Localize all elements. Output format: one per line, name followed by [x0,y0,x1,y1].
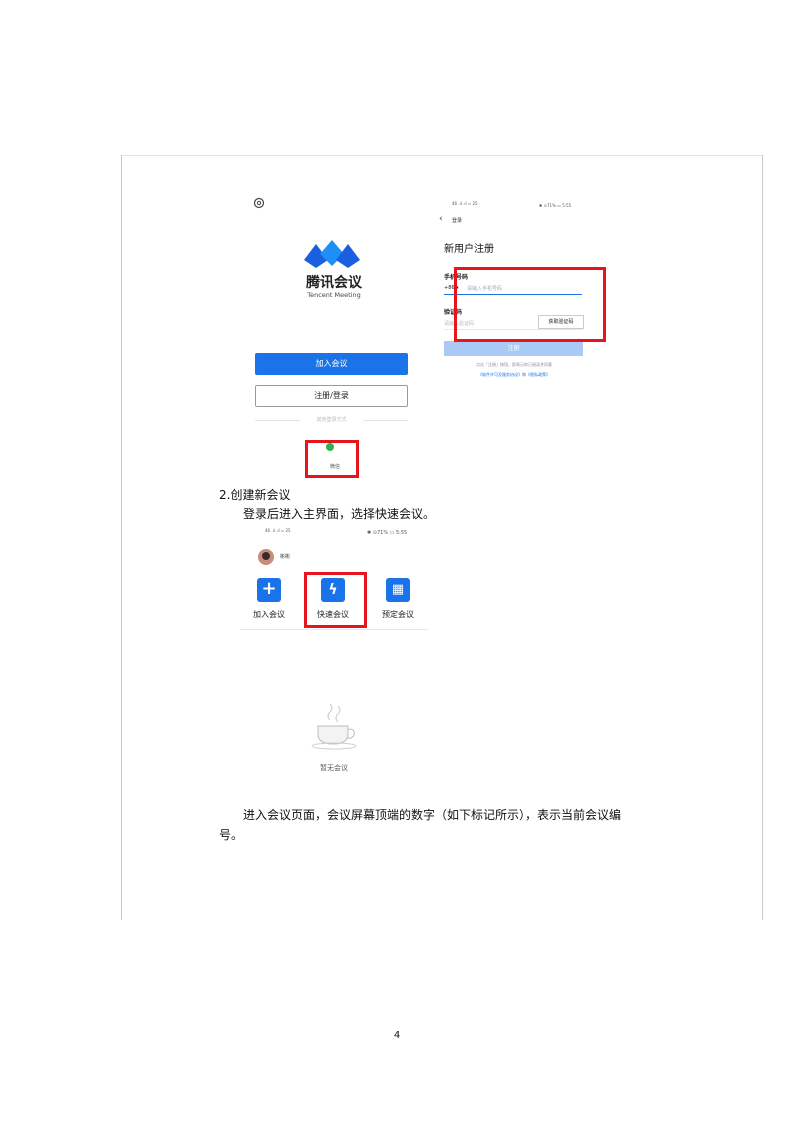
tencent-meeting-logo [304,240,360,268]
brand-name-en: Tencent Meeting [307,291,361,299]
main-screenshot: 46 .ıl .ıl ≈ 25 ✱ ⊙71% ▭ 5:55 彬彬 + 加入会议 … [240,528,428,793]
status-bar-left: 46 .ıl .ıl ≈ 25 [452,201,478,206]
register-button[interactable]: 注册 [444,341,583,356]
register-login-button[interactable]: 注册/登录 [255,385,408,407]
status-bar-right: ✱ ⊙71% ▭ 5:55 [367,530,408,536]
back-label[interactable]: 登录 [452,217,462,224]
highlight-box-quick-meeting [304,572,367,628]
divider [240,629,428,630]
brand-name: 腾讯会议 [306,275,362,291]
terms-text: 点击「注册」按钮，即表示你已阅读并同意 [476,362,552,367]
avatar[interactable] [258,549,274,565]
other-login-label: 其他登录方式 [316,417,347,423]
login-screenshot: 腾讯会议 Tencent Meeting 加入会议 注册/登录 其他登录方式 微… [240,188,428,480]
page-title: 新用户注册 [444,244,494,255]
section-paragraph: 登录后进入主界面，选择快速会议。 [243,507,436,521]
paragraph-line-2: 号。 [219,828,244,842]
paragraph-line-1: 进入会议页面，会议屏幕顶端的数字（如下标记所示），表示当前会议编 [243,808,622,822]
back-chevron-icon[interactable]: ‹ [439,214,443,224]
highlight-box-wechat [305,440,359,478]
status-bar-right: ✱ ⊙71% ▭ 5:55 [539,203,572,208]
highlight-box-phone [454,267,606,342]
calendar-icon[interactable]: ▦ [386,578,410,602]
document-frame-left [121,155,122,920]
join-meeting-button[interactable]: 加入会议 [255,353,408,375]
empty-state-label: 暂无会议 [320,764,348,772]
status-bar-left: 46 .ıl .ıl ≈ 25 [265,528,291,533]
tile-join-meeting[interactable]: 加入会议 [244,609,294,620]
document-frame-right [762,155,763,920]
plus-icon[interactable]: + [257,578,281,602]
gear-icon[interactable] [252,196,266,210]
coffee-cup-icon [311,703,357,750]
tile-schedule-meeting[interactable]: 预定会议 [373,609,423,620]
page-number: 4 [393,1030,401,1041]
document-frame-top [121,155,763,156]
section-heading: 2.创建新会议 [219,488,291,502]
username: 彬彬 [280,554,291,560]
terms-links[interactable]: 《软件许可及服务协议》和《隐私政策》 [444,372,584,378]
